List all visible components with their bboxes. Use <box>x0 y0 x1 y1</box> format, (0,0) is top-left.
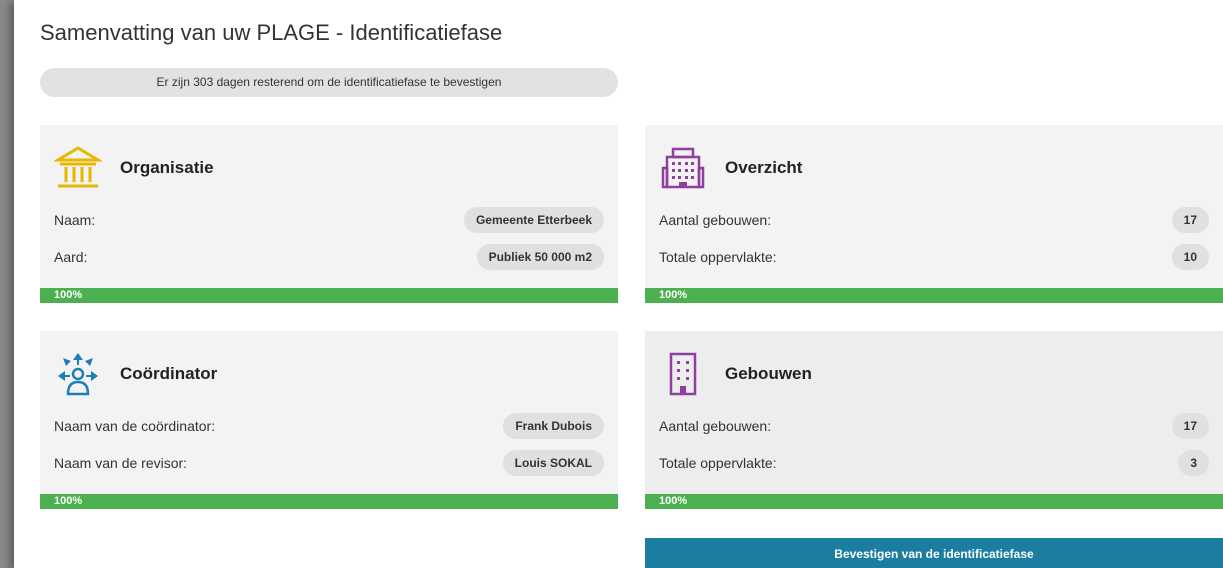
row-value: Frank Dubois <box>503 413 604 439</box>
info-row: Naam van de coördinator: Frank Dubois <box>54 412 604 440</box>
coordinator-network-icon <box>54 350 102 398</box>
coordinator-card: Coördinator Naam van de coördinator: Fra… <box>40 331 618 509</box>
info-row: Aantal gebouwen: 17 <box>659 206 1209 234</box>
progress-fill: 100% <box>40 494 618 509</box>
card-title: Gebouwen <box>725 364 812 383</box>
overzicht-card: Overzicht Aantal gebouwen: 17 Totale opp… <box>645 125 1223 303</box>
organisatie-card: Organisatie Naam: Gemeente Etterbeek Aar… <box>40 125 618 303</box>
row-label: Naam: <box>54 212 96 228</box>
page-title: Samenvatting van uw PLAGE - Identificati… <box>40 20 503 45</box>
progress-fill: 100% <box>645 494 1223 509</box>
progress-bar: 100% <box>40 288 618 303</box>
row-label: Totale oppervlakte: <box>659 455 777 471</box>
confirm-identification-button[interactable]: Bevestigen van de identificatiefase <box>645 538 1223 568</box>
row-label: Naam van de revisor: <box>54 455 188 471</box>
row-value: Publiek 50 000 m2 <box>476 244 604 270</box>
progress-fill: 100% <box>645 288 1223 303</box>
office-building-icon <box>659 144 707 192</box>
row-label: Aard: <box>54 249 88 265</box>
institution-icon <box>54 144 102 192</box>
row-label: Naam van de coördinator: <box>54 418 216 434</box>
progress-fill: 100% <box>40 288 618 303</box>
row-value: 3 <box>1178 450 1209 476</box>
row-value: 10 <box>1171 244 1209 270</box>
card-header: Organisatie <box>54 143 214 193</box>
info-row: Naam van de revisor: Louis SOKAL <box>54 449 604 477</box>
row-value: Gemeente Etterbeek <box>463 207 604 233</box>
row-label: Aantal gebouwen: <box>659 212 772 228</box>
building-icon <box>659 350 707 398</box>
progress-bar: 100% <box>645 288 1223 303</box>
row-label: Totale oppervlakte: <box>659 249 777 265</box>
progress-bar: 100% <box>40 494 618 509</box>
card-title: Organisatie <box>120 158 214 177</box>
card-header: Overzicht <box>659 143 802 193</box>
card-header: Gebouwen <box>659 349 812 399</box>
row-value: 17 <box>1171 207 1209 233</box>
gebouwen-card: Gebouwen Aantal gebouwen: 17 Totale oppe… <box>645 331 1223 509</box>
progress-bar: 100% <box>645 494 1223 509</box>
info-row: Totale oppervlakte: 10 <box>659 243 1209 271</box>
card-header: Coördinator <box>54 349 217 399</box>
card-title: Overzicht <box>725 158 803 177</box>
row-label: Aantal gebouwen: <box>659 418 772 434</box>
card-title: Coördinator <box>120 364 218 383</box>
info-row: Naam: Gemeente Etterbeek <box>54 206 604 234</box>
row-value: Louis SOKAL <box>502 450 604 476</box>
info-row: Aantal gebouwen: 17 <box>659 412 1209 440</box>
row-value: 17 <box>1171 413 1209 439</box>
days-remaining-banner: Er zijn 303 dagen resterend om de identi… <box>40 68 618 97</box>
info-row: Totale oppervlakte: 3 <box>659 449 1209 477</box>
info-row: Aard: Publiek 50 000 m2 <box>54 243 604 271</box>
